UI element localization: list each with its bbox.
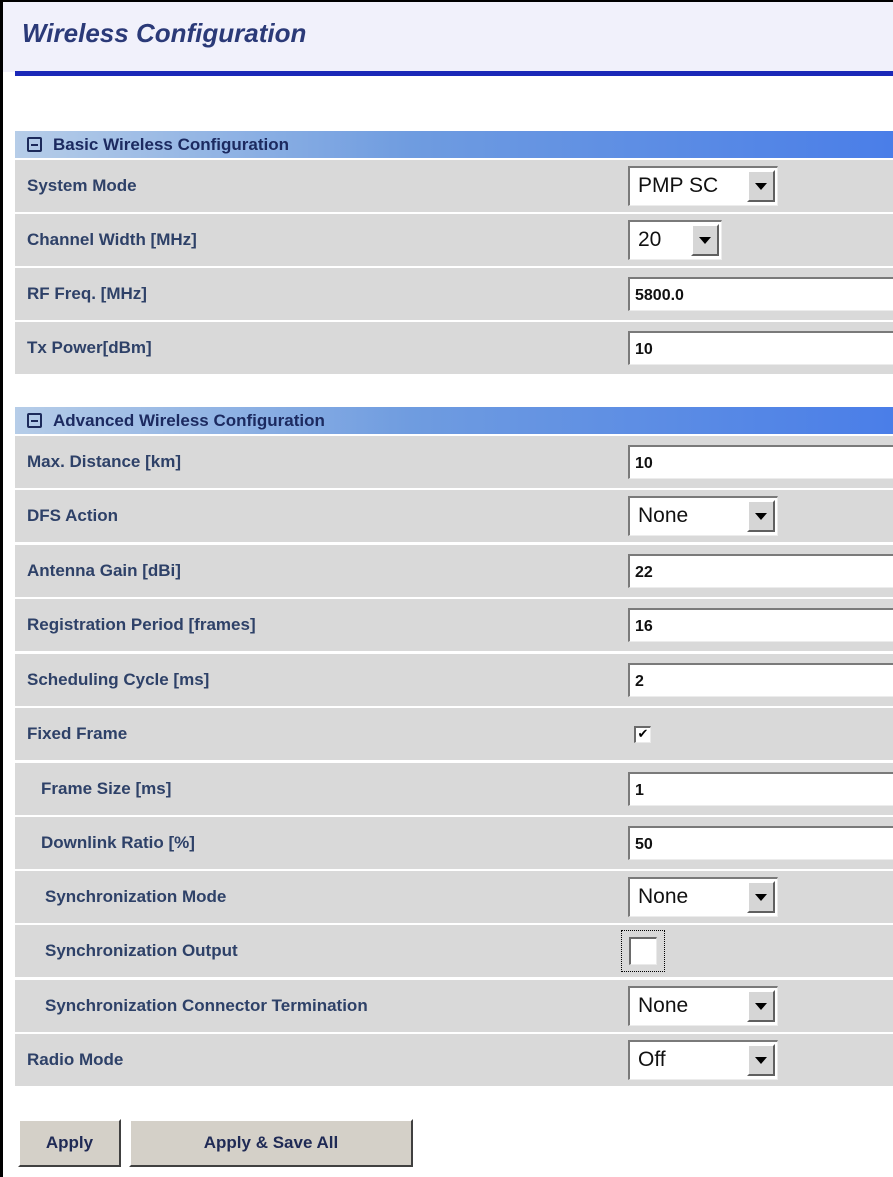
sync-termination-label: Synchronization Connector Termination [45,996,368,1015]
scheduling-cycle-row: Scheduling Cycle [ms] 2 [15,654,893,706]
channel-width-row: Channel Width [MHz] 20 [15,214,893,266]
title-divider [15,71,893,76]
dfs-action-label: DFS Action [27,506,118,525]
scheduling-cycle-label: Scheduling Cycle [ms] [27,670,210,689]
chevron-down-icon[interactable] [747,881,775,913]
radio-mode-row: Radio Mode Off [15,1034,893,1086]
page-title: Wireless Configuration [22,18,307,48]
system-mode-label: System Mode [27,176,137,195]
sync-mode-value: None [638,885,689,908]
system-mode-select[interactable]: PMP SC [628,166,778,206]
tx-power-row: Tx Power[dBm] 10 [15,322,893,374]
sync-termination-row: Synchronization Connector Termination No… [15,980,893,1032]
fixed-frame-row: Fixed Frame ✔ [15,708,893,760]
tx-power-input[interactable]: 10 [628,331,893,365]
sync-output-checkbox[interactable] [629,937,657,965]
left-border [0,0,3,1177]
sync-termination-select[interactable]: None [628,986,778,1026]
frame-size-input[interactable]: 1 [628,772,893,806]
advanced-section-title: Advanced Wireless Configuration [53,410,325,430]
sync-mode-select[interactable]: None [628,877,778,917]
chevron-down-icon[interactable] [691,224,719,256]
rf-freq-input[interactable]: 5800.0 [628,277,893,311]
apply-save-all-button[interactable]: Apply & Save All [129,1119,413,1167]
dfs-action-value: None [638,504,689,527]
radio-mode-select[interactable]: Off [628,1040,778,1080]
antenna-gain-row: Antenna Gain [dBi] 22 [15,545,893,597]
max-distance-input[interactable]: 10 [628,445,893,479]
downlink-ratio-input[interactable]: 50 [628,826,893,860]
sync-mode-row: Synchronization Mode None [15,871,893,923]
fixed-frame-label: Fixed Frame [27,724,128,743]
sync-output-row: Synchronization Output [15,925,893,977]
sync-mode-label: Synchronization Mode [45,887,227,906]
basic-section-header[interactable]: Basic Wireless Configuration [15,131,893,158]
chevron-down-icon[interactable] [747,1044,775,1076]
registration-period-input[interactable]: 16 [628,608,893,642]
sync-termination-value: None [638,994,689,1017]
antenna-gain-input[interactable]: 22 [628,554,893,588]
radio-mode-value: Off [638,1048,666,1071]
title-bar: Wireless Configuration [3,2,893,72]
system-mode-value: PMP SC [638,174,719,197]
rf-freq-row: RF Freq. [MHz] 5800.0 [15,268,893,320]
apply-button[interactable]: Apply [18,1119,121,1167]
chevron-down-icon[interactable] [747,500,775,532]
antenna-gain-label: Antenna Gain [dBi] [27,561,181,580]
basic-section-title: Basic Wireless Configuration [53,134,290,154]
tx-power-label: Tx Power[dBm] [27,338,152,357]
sync-output-label: Synchronization Output [45,941,238,960]
rf-freq-label: RF Freq. [MHz] [27,284,147,303]
dfs-action-select[interactable]: None [628,496,778,536]
frame-size-label: Frame Size [ms] [41,779,172,798]
scheduling-cycle-input[interactable]: 2 [628,663,893,697]
channel-width-select[interactable]: 20 [628,220,722,260]
max-distance-label: Max. Distance [km] [27,452,181,471]
collapse-minus-icon[interactable] [27,413,42,428]
frame-size-row: Frame Size [ms] 1 [15,763,893,815]
downlink-ratio-row: Downlink Ratio [%] 50 [15,817,893,869]
registration-period-row: Registration Period [frames] 16 [15,599,893,651]
check-icon: ✔ [637,727,649,742]
max-distance-row: Max. Distance [km] 10 [15,436,893,488]
downlink-ratio-label: Downlink Ratio [%] [41,833,195,852]
chevron-down-icon[interactable] [747,170,775,202]
advanced-section-header[interactable]: Advanced Wireless Configuration [15,407,893,434]
fixed-frame-checkbox[interactable]: ✔ [634,726,651,743]
chevron-down-icon[interactable] [747,990,775,1022]
registration-period-label: Registration Period [frames] [27,615,256,634]
dfs-action-row: DFS Action None [15,490,893,542]
system-mode-row: System Mode PMP SC [15,160,893,212]
channel-width-value: 20 [638,228,662,251]
collapse-minus-icon[interactable] [27,137,42,152]
radio-mode-label: Radio Mode [27,1050,124,1069]
channel-width-label: Channel Width [MHz] [27,230,197,249]
